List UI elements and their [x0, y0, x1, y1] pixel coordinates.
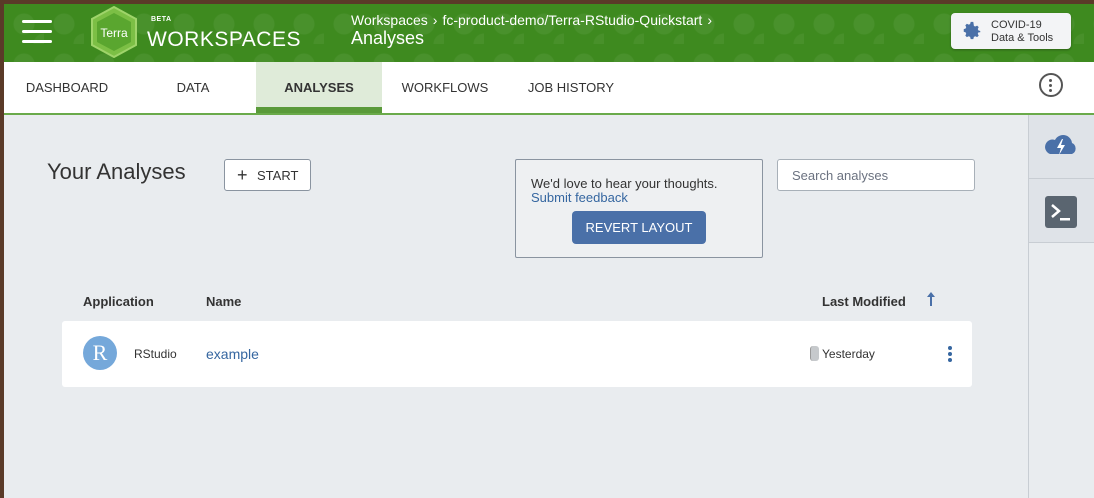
row-kebab-icon[interactable] — [945, 346, 955, 362]
column-header-last-modified[interactable]: Last Modified — [822, 294, 906, 309]
application-cell: RStudio — [134, 347, 177, 361]
tab-analyses[interactable]: ANALYSES — [256, 62, 382, 113]
feedback-panel: We'd love to hear your thoughts. Submit … — [515, 159, 763, 258]
tab-dashboard[interactable]: DASHBOARD — [12, 62, 122, 113]
analysis-name-link[interactable]: example — [206, 346, 259, 362]
breadcrumb: Workspaces › fc-product-demo/Terra-RStudio… — [351, 12, 717, 28]
app-window: Terra BETA WORKSPACES Workspaces › fc-prod… — [4, 4, 1094, 498]
search-input[interactable] — [777, 159, 975, 191]
workspace-menu-kebab-icon[interactable] — [1039, 73, 1063, 97]
rstudio-avatar: R — [83, 336, 117, 370]
tab-data[interactable]: DATA — [150, 62, 236, 113]
terminal-button[interactable] — [1029, 179, 1094, 243]
sort-up-icon[interactable] — [926, 291, 936, 307]
covid-sublabel: Data & Tools — [991, 32, 1054, 44]
column-header-name[interactable]: Name — [206, 294, 241, 309]
revert-layout-button[interactable]: REVERT LAYOUT — [572, 211, 706, 244]
status-indicator — [810, 346, 819, 361]
terra-logo[interactable]: Terra — [88, 6, 140, 58]
brand-title: WORKSPACES — [147, 28, 301, 51]
terminal-icon — [1045, 196, 1077, 228]
breadcrumb-separator: › — [432, 12, 438, 28]
plus-icon: + — [237, 165, 248, 185]
breadcrumb-workspace[interactable]: fc-product-demo/Terra-RStudio-Quickstart — [442, 12, 702, 28]
cloud-environment-button[interactable] — [1029, 115, 1094, 179]
tab-job-history[interactable]: JOB HISTORY — [518, 62, 624, 113]
workspace-tabs: DASHBOARD DATA ANALYSES WORKFLOWS JOB HI… — [4, 62, 1094, 115]
start-button[interactable]: + START — [224, 159, 311, 191]
covid-label: COVID-19 — [991, 19, 1042, 31]
right-side-panel — [1028, 115, 1094, 498]
gear-icon — [963, 21, 981, 40]
last-modified-cell: Yesterday — [822, 347, 875, 361]
start-button-label: START — [257, 168, 299, 183]
page-title: Analyses — [351, 28, 425, 48]
logo-text: Terra — [100, 26, 128, 40]
tab-workflows[interactable]: WORKFLOWS — [390, 62, 500, 113]
menu-icon[interactable] — [22, 20, 52, 44]
beta-badge: BETA — [151, 16, 172, 23]
submit-feedback-link[interactable]: Submit feedback — [531, 190, 628, 205]
table-row: R RStudio example Yesterday — [62, 321, 972, 387]
cloud-lightning-icon — [1045, 135, 1076, 155]
page-heading: Your Analyses — [47, 159, 186, 184]
column-header-application[interactable]: Application — [83, 294, 154, 309]
breadcrumb-separator: › — [707, 12, 712, 28]
covid-data-tools-button[interactable]: COVID-19 Data & Tools — [951, 13, 1071, 49]
breadcrumb-workspaces[interactable]: Workspaces — [351, 12, 428, 28]
feedback-text: We'd love to hear your thoughts. — [531, 176, 718, 191]
top-header: Terra BETA WORKSPACES Workspaces › fc-prod… — [4, 4, 1094, 62]
